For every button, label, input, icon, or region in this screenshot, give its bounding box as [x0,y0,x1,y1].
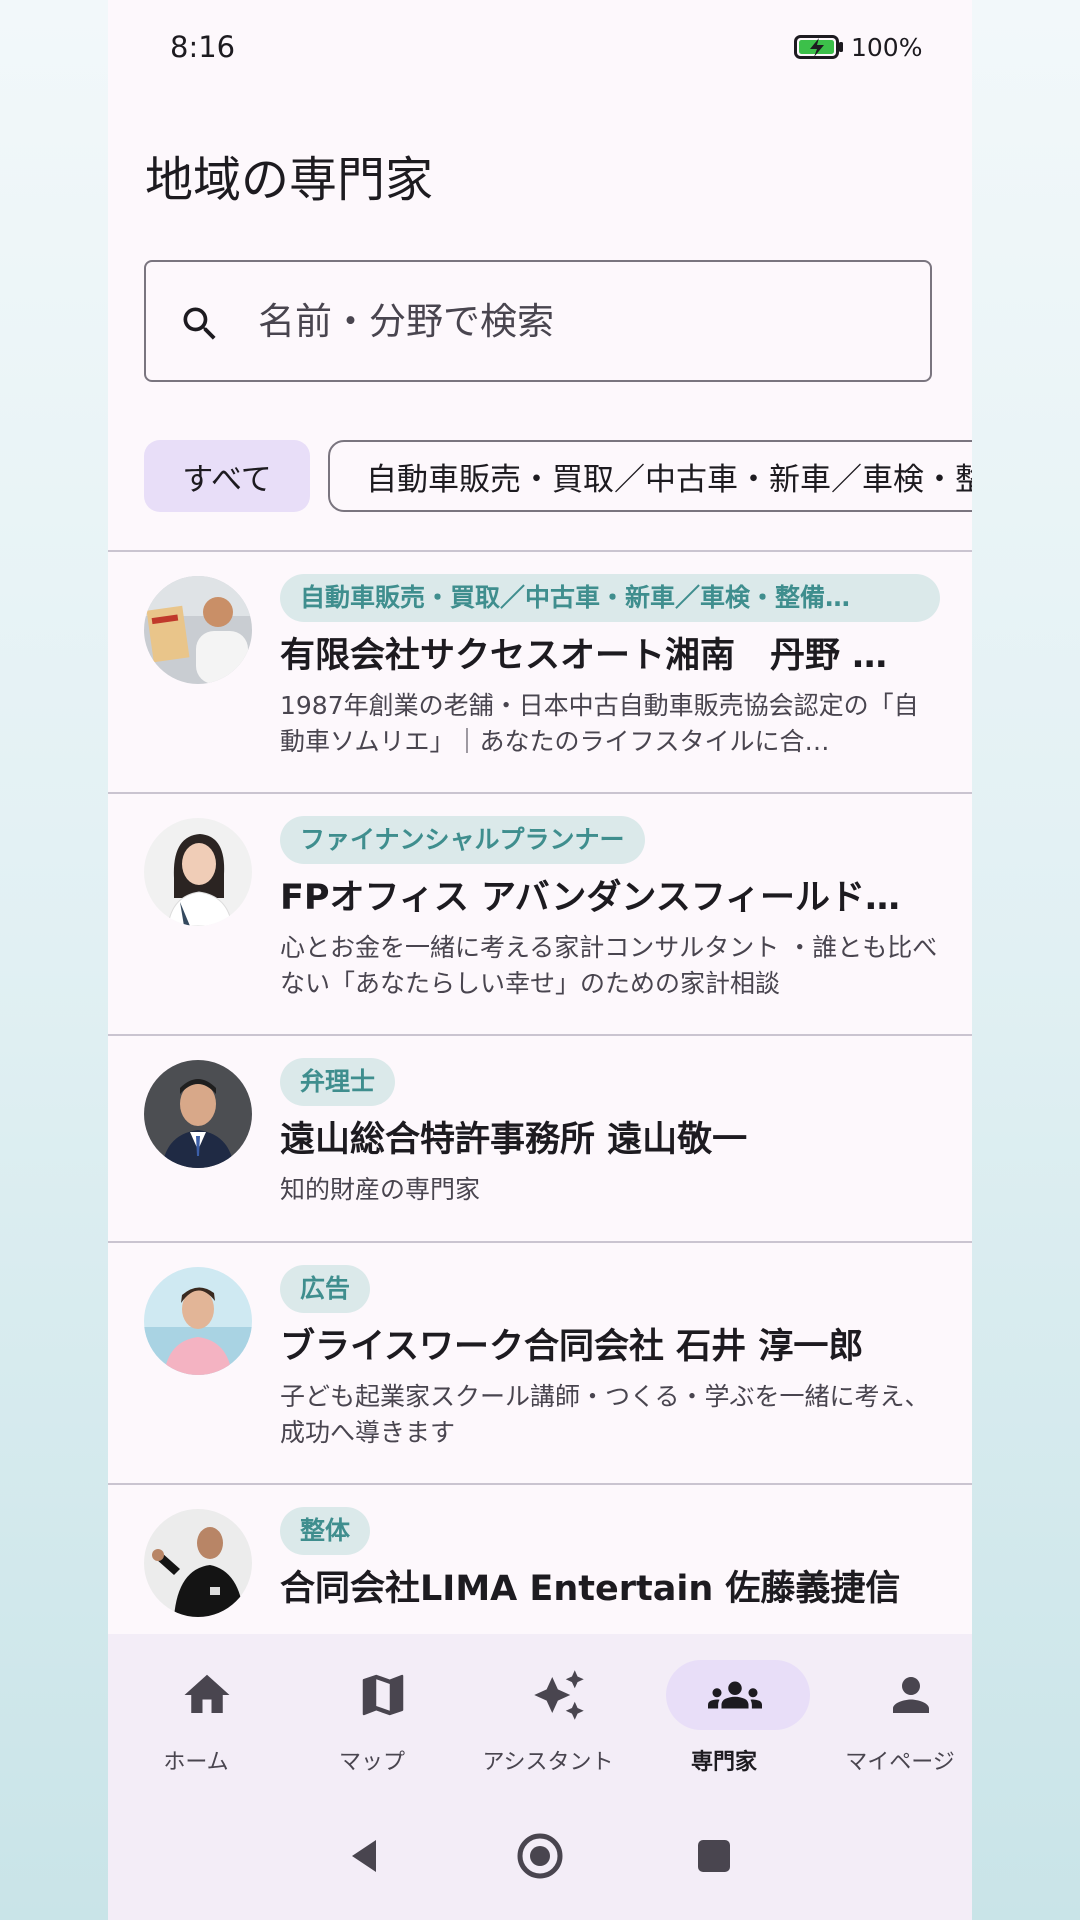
search-bar[interactable] [144,260,932,382]
expert-description: 子ども起業家スクール講師・つくる・学ぶを一緒に考え、成功へ導きます [280,1382,930,1447]
home-button-icon[interactable] [514,1830,566,1882]
expert-info: 広告 ブライスワーク合同会社 石井 淳一郎 子ども起業家スクール講師・つくる・学… [280,1265,940,1451]
avatar [144,1267,252,1375]
recents-icon[interactable] [688,1830,740,1882]
nav-label: ホーム [163,1750,229,1775]
battery-charging-icon [794,35,843,59]
expert-info: 自動車販売・買取／中古車・新車／車検・整備… 有限会社サクセスオート湘南 丹野 … [280,574,940,760]
filter-chip-automotive[interactable]: 自動車販売・買取／中古車・新車／車検・整備 [328,440,972,512]
category-tag: 整体 [280,1507,371,1555]
expert-list: 自動車販売・買取／中古車・新車／車検・整備… 有限会社サクセスオート湘南 丹野 … [108,550,972,1645]
system-navigation-bar [108,1784,972,1920]
filter-chip-row: すべて 自動車販売・買取／中古車・新車／車検・整備 [108,440,972,512]
chip-label: 自動車販売・買取／中古車・新車／車検・整備 [366,461,972,498]
search-input[interactable] [258,290,898,352]
nav-item-mypage[interactable]: マイページ [812,1660,972,1780]
expert-info: 弁理士 遠山総合特許事務所 遠山敬一 知的財産の専門家 [280,1058,940,1208]
expert-list-item[interactable]: 弁理士 遠山総合特許事務所 遠山敬一 知的財産の専門家 [108,1036,972,1241]
chip-label: すべて [182,461,272,498]
groups-icon [708,1681,762,1709]
nav-item-experts[interactable]: 専門家 [636,1660,812,1780]
avatar [144,1509,252,1617]
nav-item-map[interactable]: マップ [284,1660,460,1780]
expert-name: 有限会社サクセスオート湘南 丹野 … [280,636,888,676]
back-icon[interactable] [340,1830,392,1882]
category-tag: 自動車販売・買取／中古車・新車／車検・整備… [280,574,940,622]
nav-label: 専門家 [690,1750,757,1775]
search-icon [183,307,216,340]
status-time: 8:16 [170,30,236,64]
page-title: 地域の専門家 [145,152,434,208]
avatar [144,1060,252,1168]
nav-label: アシスタント [482,1750,614,1775]
expert-name: 遠山総合特許事務所 遠山敬一 [280,1120,748,1160]
home-icon [184,1674,230,1713]
avatar [144,818,252,926]
sparkle-icon [534,1670,584,1720]
expert-info: 整体 合同会社LIMA Entertain 佐藤義捷信 [280,1507,940,1613]
battery-percentage: 100% [851,33,923,62]
expert-description: 知的財産の専門家 [280,1175,481,1204]
app-screen: 8:16 100% 地域の専門家 すべて 自動車販売・買取／中古車・新車／車検・… [108,0,972,1920]
nav-item-home[interactable]: ホーム [108,1660,284,1780]
avatar [144,576,252,684]
map-icon [362,1674,404,1716]
person-icon [893,1677,929,1713]
status-bar: 8:16 100% [108,0,972,96]
expert-name: FPオフィス アバンダンスフィールド… [280,878,900,918]
category-tag: ファイナンシャルプランナー [280,816,645,864]
expert-list-item[interactable]: 整体 合同会社LIMA Entertain 佐藤義捷信 [108,1485,972,1645]
expert-list-item[interactable]: 自動車販売・買取／中古車・新車／車検・整備… 有限会社サクセスオート湘南 丹野 … [108,552,972,792]
category-tag: 弁理士 [280,1058,396,1106]
filter-chip-all[interactable]: すべて [144,440,310,512]
bottom-navigation: ホーム マップ アシスタント 専門家 マイページ [108,1634,972,1784]
expert-name: 合同会社LIMA Entertain 佐藤義捷信 [280,1569,901,1609]
expert-description: 1987年創業の老舗・日本中古自動車販売協会認定の「自動車ソムリエ」｜あなたのラ… [280,691,919,756]
expert-list-item[interactable]: 広告 ブライスワーク合同会社 石井 淳一郎 子ども起業家スクール講師・つくる・学… [108,1243,972,1483]
expert-list-item[interactable]: ファイナンシャルプランナー FPオフィス アバンダンスフィールド… 心とお金を一… [108,794,972,1034]
expert-name: ブライスワーク合同会社 石井 淳一郎 [280,1327,864,1367]
expert-description: 心とお金を一緒に考える家計コンサルタント ・誰とも比べない「あなたらしい幸せ」の… [280,933,938,998]
nav-label: マップ [338,1750,405,1775]
nav-item-assistant[interactable]: アシスタント [460,1660,636,1780]
nav-label: マイページ [845,1750,955,1775]
expert-info: ファイナンシャルプランナー FPオフィス アバンダンスフィールド… 心とお金を一… [280,816,940,1002]
category-tag: 広告 [280,1265,371,1313]
